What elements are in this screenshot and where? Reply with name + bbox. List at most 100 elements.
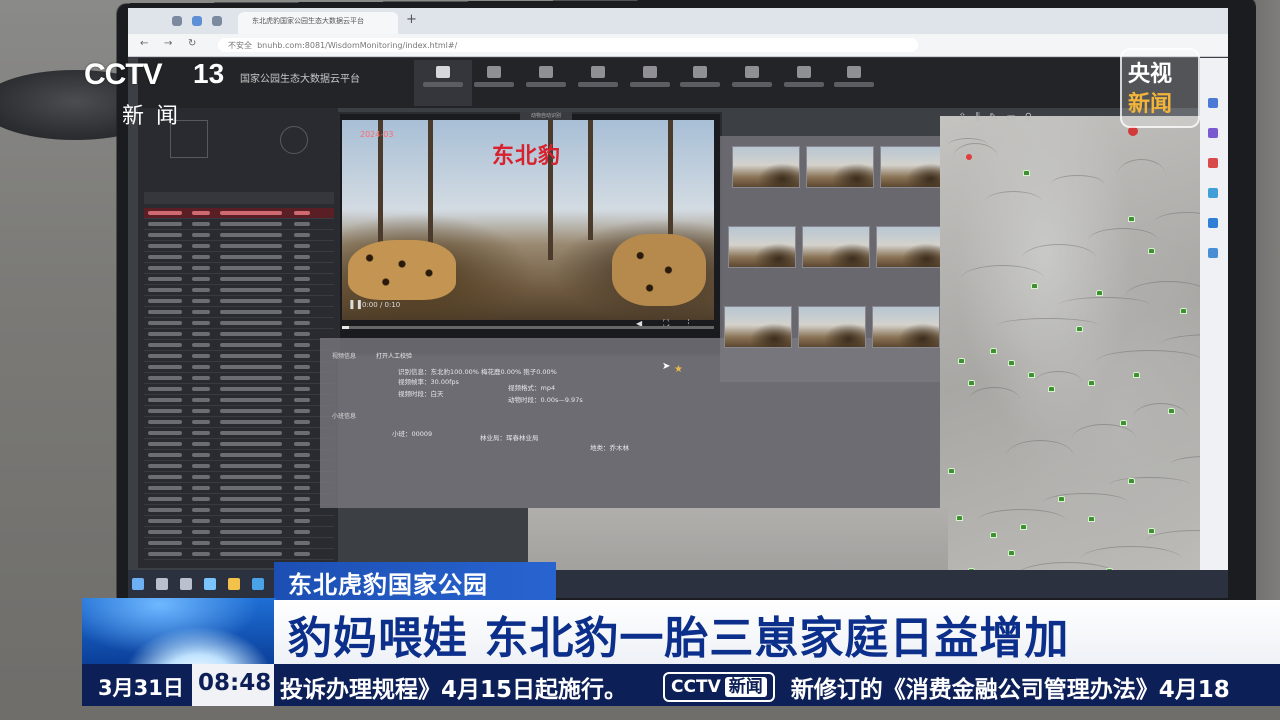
- table-row[interactable]: [144, 274, 334, 285]
- video-progress-track[interactable]: [342, 326, 714, 329]
- table-row[interactable]: [144, 252, 334, 263]
- taskbar-browser-icon[interactable]: [204, 578, 216, 590]
- camera-pin-icon[interactable]: [1088, 516, 1095, 522]
- sidebar-news-icon[interactable]: [1208, 158, 1218, 168]
- new-tab-icon[interactable]: +: [406, 12, 417, 27]
- nav-item-video-monitoring[interactable]: [423, 66, 463, 87]
- camera-pin-icon[interactable]: [1168, 408, 1175, 414]
- sidebar-app-icon[interactable]: [1208, 248, 1218, 258]
- refresh-icon[interactable]: ↻: [188, 38, 196, 49]
- table-row[interactable]: [144, 406, 334, 417]
- sidebar-edge-icon[interactable]: [1208, 188, 1218, 198]
- active-camera-marker[interactable]: [966, 154, 972, 160]
- camera-pin-icon[interactable]: [1028, 372, 1035, 378]
- table-row[interactable]: [144, 373, 334, 384]
- camera-pin-icon[interactable]: [1031, 283, 1038, 289]
- camera-pin-icon[interactable]: [1008, 550, 1015, 556]
- video-thumbnail[interactable]: [880, 146, 948, 188]
- camera-pin-icon[interactable]: [1088, 380, 1095, 386]
- forward-icon[interactable]: →: [164, 38, 172, 49]
- camera-pin-icon[interactable]: [1180, 308, 1187, 314]
- refresh-tool-button[interactable]: [280, 126, 308, 154]
- table-row[interactable]: [144, 450, 334, 461]
- table-row[interactable]: [144, 285, 334, 296]
- camera-pin-icon[interactable]: [1120, 420, 1127, 426]
- camera-pin-icon[interactable]: [1076, 326, 1083, 332]
- table-row[interactable]: [144, 472, 334, 483]
- table-row[interactable]: [144, 483, 334, 494]
- nav-item-4[interactable]: [578, 66, 618, 87]
- camera-pin-icon[interactable]: [990, 348, 997, 354]
- table-row[interactable]: [144, 516, 334, 527]
- camera-pin-icon[interactable]: [956, 515, 963, 521]
- camera-pin-icon[interactable]: [968, 380, 975, 386]
- nav-item-2[interactable]: [474, 66, 514, 87]
- table-row[interactable]: [144, 439, 334, 450]
- table-row[interactable]: [144, 263, 334, 274]
- table-row[interactable]: [144, 428, 334, 439]
- camera-pin-icon[interactable]: [1096, 290, 1103, 296]
- camera-pin-icon[interactable]: [1058, 496, 1065, 502]
- video-thumbnail[interactable]: [798, 306, 866, 348]
- sidebar-tool-icon[interactable]: [1208, 128, 1218, 138]
- video-thumbnail[interactable]: [724, 306, 792, 348]
- table-row[interactable]: [144, 362, 334, 373]
- favorite-star-icon[interactable]: ★: [674, 364, 683, 375]
- camera-pin-icon[interactable]: [958, 358, 965, 364]
- camera-pin-icon[interactable]: [1008, 360, 1015, 366]
- browser-menu-icon[interactable]: [172, 16, 182, 26]
- camera-pin-icon[interactable]: [1023, 170, 1030, 176]
- table-row[interactable]: [144, 208, 334, 219]
- start-icon[interactable]: [132, 578, 144, 590]
- nav-item-3[interactable]: [526, 66, 566, 87]
- nav-item-8[interactable]: [784, 66, 824, 87]
- nav-item-9[interactable]: [834, 66, 874, 87]
- table-row[interactable]: [144, 505, 334, 516]
- nav-item-5[interactable]: [630, 66, 670, 87]
- sidebar-search-icon[interactable]: [1208, 98, 1218, 108]
- camera-pin-icon[interactable]: [1128, 216, 1135, 222]
- taskbar-folder-icon[interactable]: [228, 578, 240, 590]
- video-thumbnail[interactable]: [806, 146, 874, 188]
- back-icon[interactable]: ←: [140, 38, 148, 49]
- table-row[interactable]: [144, 461, 334, 472]
- camera-pin-icon[interactable]: [1133, 372, 1140, 378]
- camera-pin-icon[interactable]: [1128, 478, 1135, 484]
- tab-animal-recognition[interactable]: 动物自动识别: [520, 112, 572, 120]
- table-row[interactable]: [144, 307, 334, 318]
- sidebar-outlook-icon[interactable]: [1208, 218, 1218, 228]
- table-row[interactable]: [144, 329, 334, 340]
- video-thumbnail[interactable]: [872, 306, 940, 348]
- camera-pin-icon[interactable]: [948, 468, 955, 474]
- camera-pin-icon[interactable]: [1148, 528, 1155, 534]
- table-row[interactable]: [144, 340, 334, 351]
- video-thumbnail[interactable]: [732, 146, 800, 188]
- table-row[interactable]: [144, 296, 334, 307]
- video-thumbnail[interactable]: [728, 226, 796, 268]
- camera-pin-icon[interactable]: [990, 532, 997, 538]
- table-row[interactable]: [144, 219, 334, 230]
- table-row[interactable]: [144, 417, 334, 428]
- table-row[interactable]: [144, 318, 334, 329]
- taskbar-edge-icon[interactable]: [252, 578, 264, 590]
- taskbar-search-icon[interactable]: [156, 578, 168, 590]
- table-row[interactable]: [144, 527, 334, 538]
- table-row[interactable]: [144, 395, 334, 406]
- camera-pin-icon[interactable]: [1148, 248, 1155, 254]
- camera-pin-icon[interactable]: [1048, 386, 1055, 392]
- table-row[interactable]: [144, 494, 334, 505]
- table-row[interactable]: [144, 538, 334, 549]
- table-row[interactable]: [144, 549, 334, 560]
- camera-pin-icon[interactable]: [1020, 524, 1027, 530]
- video-thumbnail[interactable]: [876, 226, 944, 268]
- table-row[interactable]: [144, 384, 334, 395]
- tab-actions-icon[interactable]: [212, 16, 222, 26]
- video-thumbnail[interactable]: [802, 226, 870, 268]
- manual-check-button[interactable]: 打开人工校验: [376, 351, 412, 360]
- table-row[interactable]: [144, 241, 334, 252]
- nav-item-6[interactable]: [680, 66, 720, 87]
- table-row[interactable]: [144, 230, 334, 241]
- nav-item-7[interactable]: [732, 66, 772, 87]
- taskbar-app-icon[interactable]: [180, 578, 192, 590]
- pause-icon[interactable]: ❚❚: [348, 300, 363, 310]
